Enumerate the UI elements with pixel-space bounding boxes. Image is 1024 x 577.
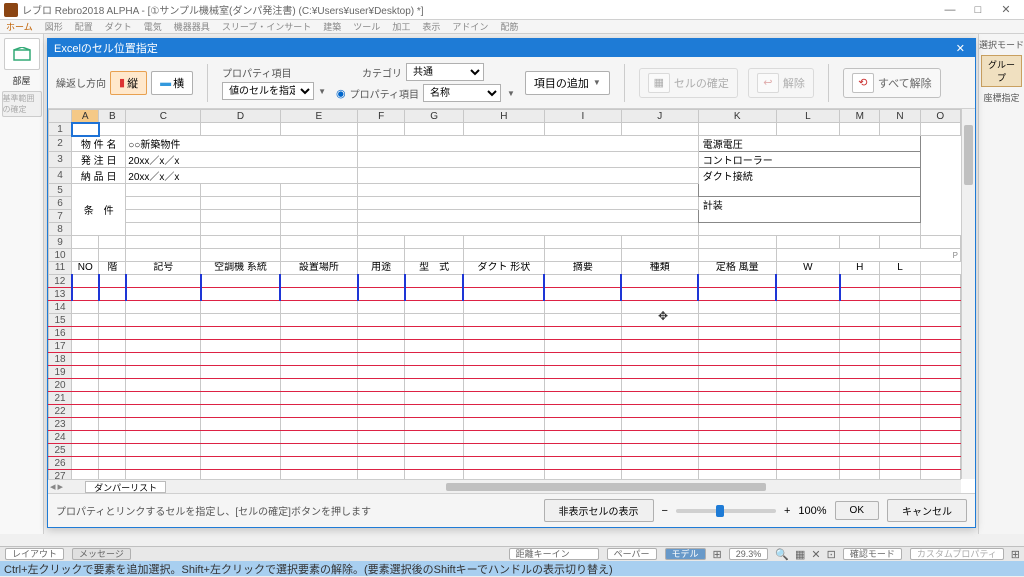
menu-item[interactable]: 加工 <box>392 20 410 33</box>
col-header[interactable]: E <box>280 110 358 123</box>
room-button[interactable] <box>4 38 40 70</box>
model-button[interactable]: モデル <box>665 548 706 560</box>
sb-icon[interactable]: ▦ <box>795 548 805 561</box>
release-button[interactable]: ↩ 解除 <box>748 68 814 98</box>
menu-item[interactable]: 配筋 <box>500 20 518 33</box>
menu-item[interactable]: アドイン <box>452 20 488 33</box>
coord-label: 座標指定 <box>979 91 1024 104</box>
category-label: カテゴリ <box>336 65 402 80</box>
right-panel: 選択モード グループ 座標指定 <box>978 34 1024 534</box>
col-header[interactable]: D <box>201 110 280 123</box>
dialog-titlebar: Excelのセル位置指定 ✕ <box>48 39 975 57</box>
col-header[interactable]: B <box>99 110 126 123</box>
col-header[interactable]: C <box>126 110 201 123</box>
release-icon: ↩ <box>757 73 779 93</box>
menu-item[interactable]: 表示 <box>422 20 440 33</box>
horizontal-toggle[interactable]: ▬横 <box>151 71 193 95</box>
menu-item[interactable]: 建築 <box>323 20 341 33</box>
col-header[interactable]: J <box>621 110 698 123</box>
prop-item-select[interactable]: 名称 <box>423 84 501 102</box>
info-icon[interactable]: ◉ <box>336 87 346 100</box>
menu-item[interactable]: 電気 <box>144 20 162 33</box>
app-icon <box>4 3 18 17</box>
dialog-footer: プロパティとリンクするセルを指定し、[セルの確定]ボタンを押します 非表示セルの… <box>48 493 975 527</box>
col-header[interactable]: G <box>405 110 464 123</box>
layout-tab[interactable]: レイアウト <box>5 548 64 560</box>
zoom-slider[interactable] <box>676 509 776 513</box>
footer-hint: プロパティとリンクするセルを指定し、[セルの確定]ボタンを押します <box>56 503 536 518</box>
status-help: Ctrl+左クリックで要素を追加選択。Shift+左クリックで選択要素の解除。(… <box>4 561 613 577</box>
app-title: レブロ Rebro2018 ALPHA - [①サンプル機械室(ダンパ発注書) … <box>22 2 936 17</box>
maximize-button[interactable]: □ <box>964 1 992 19</box>
custom-prop[interactable]: カスタムプロパティ <box>910 548 1004 560</box>
prop-item-label: プロパティ項目 <box>350 86 419 101</box>
hide-cells-button[interactable]: 非表示セルの表示 <box>544 499 654 522</box>
menu-item[interactable]: スリーブ・インサート <box>222 20 311 33</box>
close-button[interactable]: ✕ <box>992 1 1020 19</box>
cell-position-dialog: Excelのセル位置指定 ✕ 繰返し方向 ▮縦 ▬横 プロパティ項目 値のセルを… <box>47 38 976 528</box>
chevron-down-icon[interactable]: ▼ <box>507 89 515 98</box>
room-label: 部屋 <box>0 74 43 87</box>
menu-item[interactable]: ツール <box>353 20 380 33</box>
release-all-button[interactable]: ⟲ すべて解除 <box>843 68 941 98</box>
col-header[interactable]: A <box>72 110 99 123</box>
select-mode-label: 選択モード <box>979 38 1024 51</box>
dialog-toolbar: 繰返し方向 ▮縦 ▬横 プロパティ項目 値のセルを指定 ▼ カテゴリ 共通 ◉ … <box>48 57 975 109</box>
menu-home[interactable]: ホーム <box>6 20 33 33</box>
sb-icon[interactable]: ⊞ <box>1011 548 1020 561</box>
confirm-mode[interactable]: 確認モード <box>843 548 902 560</box>
left-panel: 部屋 基準範囲の確定 <box>0 34 44 534</box>
vertical-scrollbar[interactable] <box>961 109 975 479</box>
horizontal-scrollbar[interactable]: ◂▸ ダンパーリスト <box>48 479 961 493</box>
dist-input[interactable]: 距離キーイン <box>509 548 599 560</box>
category-select[interactable]: 共通 <box>406 63 484 81</box>
paper-button[interactable]: ペーパー <box>607 548 657 560</box>
col-header[interactable]: M <box>840 110 880 123</box>
group-tab[interactable]: グループ <box>981 55 1022 87</box>
sb-icon[interactable]: ✕ <box>811 548 820 561</box>
sb-icon[interactable]: ⊞ <box>713 548 722 561</box>
ok-button[interactable]: OK <box>835 501 879 520</box>
dialog-close-icon[interactable]: ✕ <box>952 42 969 55</box>
cell-value-select[interactable]: 値のセルを指定 <box>222 82 314 100</box>
dialog-title: Excelのセル位置指定 <box>54 40 158 56</box>
release-all-icon: ⟲ <box>852 73 874 93</box>
spreadsheet-area: ABCDEFGHIJKLMNO12物 件 名○○新築物件電源電圧3発 注 日20… <box>48 109 975 493</box>
message-tab[interactable]: メッセージ <box>72 548 131 560</box>
sb-icon[interactable]: 🔍 <box>775 548 789 561</box>
room-icon <box>13 47 31 61</box>
sb-icon[interactable]: ⊡ <box>827 548 836 561</box>
vertical-toggle[interactable]: ▮縦 <box>110 71 147 95</box>
col-header[interactable]: O <box>920 110 960 123</box>
chevron-down-icon[interactable]: ▼ <box>318 87 326 96</box>
zoom-value: 100% <box>798 505 826 517</box>
col-header[interactable]: K <box>698 110 776 123</box>
col-header[interactable]: I <box>544 110 621 123</box>
zoom-minus[interactable]: − <box>662 505 668 517</box>
sheet-tab[interactable]: ダンパーリスト <box>85 481 166 493</box>
cell-confirm-button[interactable]: ▦ セルの確定 <box>639 68 738 98</box>
col-header[interactable]: H <box>463 110 544 123</box>
cancel-button[interactable]: キャンセル <box>887 499 967 522</box>
repeat-dir-label: 繰返し方向 <box>56 75 106 90</box>
base-confirm-button[interactable]: 基準範囲の確定 <box>2 91 42 117</box>
zoom-status[interactable]: 29.3% <box>729 548 769 560</box>
col-header[interactable]: F <box>358 110 405 123</box>
grid-table[interactable]: ABCDEFGHIJKLMNO12物 件 名○○新築物件電源電圧3発 注 日20… <box>48 109 961 479</box>
main-menubar: ホーム 図形 配置 ダクト 電気 機器器具 スリーブ・インサート 建築 ツール … <box>0 20 1024 34</box>
app-titlebar: レブロ Rebro2018 ALPHA - [①サンプル機械室(ダンパ発注書) … <box>0 0 1024 20</box>
confirm-icon: ▦ <box>648 73 670 93</box>
col-header[interactable]: L <box>776 110 839 123</box>
col-header[interactable]: N <box>880 110 920 123</box>
menu-item[interactable]: ダクト <box>105 20 132 33</box>
add-item-button[interactable]: 項目の追加▼ <box>525 71 610 95</box>
move-cursor-icon: ✥ <box>658 309 668 323</box>
statusbar: レイアウト メッセージ 距離キーイン ペーパー モデル ⊞ 29.3% 🔍 ▦ … <box>0 546 1024 576</box>
minimize-button[interactable]: — <box>936 1 964 19</box>
menu-item[interactable]: 図形 <box>45 20 63 33</box>
zoom-plus[interactable]: + <box>784 505 790 517</box>
menu-item[interactable]: 配置 <box>75 20 93 33</box>
property-section-label: プロパティ項目 <box>222 65 291 80</box>
menu-item[interactable]: 機器器具 <box>174 20 210 33</box>
